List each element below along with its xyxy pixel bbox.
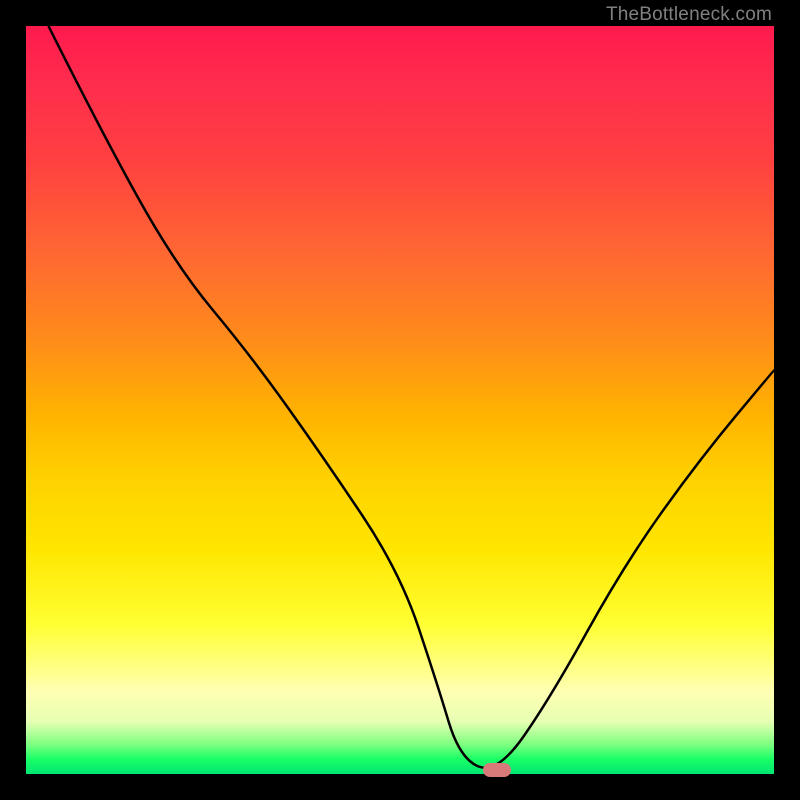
optimal-marker <box>483 763 511 777</box>
chart-container: TheBottleneck.com <box>0 0 800 800</box>
chart-plot-area <box>26 26 774 774</box>
watermark-text: TheBottleneck.com <box>606 4 772 26</box>
